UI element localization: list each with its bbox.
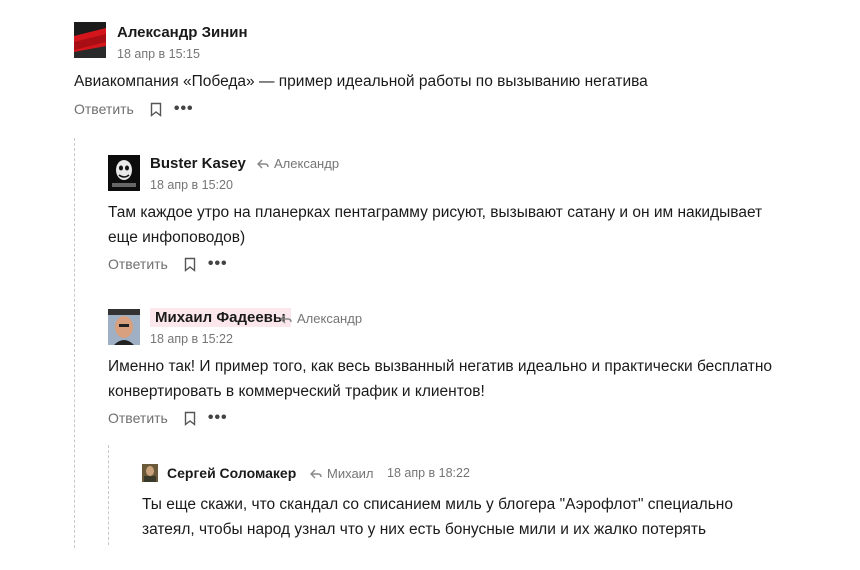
comment-text-line: еще инфоповодов) — [108, 229, 246, 246]
comment-date[interactable]: 18 апр в 15:20 — [150, 178, 233, 192]
more-dots-icon[interactable]: ••• — [208, 410, 228, 426]
more-dots-icon[interactable]: ••• — [174, 101, 194, 117]
comment-text-line: Там каждое утро на планерках пентаграмму… — [108, 204, 763, 221]
comment-text-line: Авиакомпания «Победа» — пример идеальной… — [74, 73, 648, 90]
author-name-highlight: Михаил Фадеевы — [150, 308, 291, 327]
comment-text-line: Именно так! И пример того, как весь вызв… — [108, 358, 773, 375]
reply-button[interactable]: Ответить — [74, 101, 134, 117]
reply-to-link[interactable]: Александр — [257, 156, 339, 171]
comment-text: Именно так! И пример того, как весь вызв… — [108, 354, 772, 404]
reply-to-name: Михаил — [327, 466, 374, 481]
reply-to-name: Александр — [297, 311, 363, 326]
reply-arrow-icon — [310, 469, 322, 478]
avatar[interactable] — [142, 464, 158, 482]
avatar[interactable] — [108, 155, 140, 191]
comment-actions: Ответить ••• — [74, 101, 194, 118]
more-dots-icon[interactable]: ••• — [208, 256, 228, 272]
thread-line-level-2 — [108, 445, 109, 545]
comment-date[interactable]: 18 апр в 18:22 — [387, 466, 470, 480]
reply-to-link[interactable]: Михаил — [310, 466, 374, 481]
comment-actions: Ответить ••• — [108, 410, 228, 427]
bookmark-icon[interactable] — [184, 411, 196, 426]
comment-actions: Ответить ••• — [108, 256, 228, 273]
thread-line-level-1 — [74, 138, 75, 548]
comment-text-line: Ты еще скажи, что скандал со списанием м… — [142, 496, 733, 513]
reply-to-link[interactable]: Александр — [280, 311, 362, 326]
author-name[interactable]: Buster Kasey — [150, 155, 246, 172]
reply-button[interactable]: Ответить — [108, 410, 168, 426]
avatar[interactable] — [108, 309, 140, 345]
author-name[interactable]: Михаил Фадеевы — [150, 308, 291, 327]
reply-to-name: Александр — [274, 156, 340, 171]
bookmark-icon[interactable] — [150, 102, 162, 117]
comment-text-line: затеял, чтобы народ узнал что у них есть… — [142, 521, 707, 538]
comment-date[interactable]: 18 апр в 15:15 — [117, 47, 200, 61]
reply-arrow-icon — [257, 159, 269, 168]
comment-text-line: конвертировать в коммерческий трафик и к… — [108, 383, 485, 400]
author-name[interactable]: Сергей Соломакер — [167, 465, 296, 481]
author-name[interactable]: Александр Зинин — [117, 24, 248, 41]
bookmark-icon[interactable] — [184, 257, 196, 272]
comment-text: Ты еще скажи, что скандал со списанием м… — [142, 492, 733, 542]
avatar[interactable] — [74, 22, 106, 58]
reply-arrow-icon — [280, 314, 292, 323]
comment-text: Авиакомпания «Победа» — пример идеальной… — [74, 69, 648, 94]
comment-date[interactable]: 18 апр в 15:22 — [150, 332, 233, 346]
reply-button[interactable]: Ответить — [108, 256, 168, 272]
comment-text: Там каждое утро на планерках пентаграмму… — [108, 200, 762, 250]
